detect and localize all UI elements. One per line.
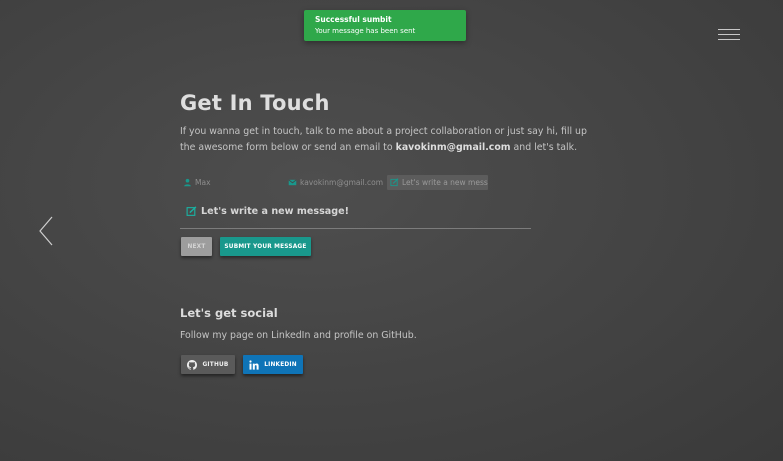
message-input-underline xyxy=(180,228,531,229)
social-title: Let's get social xyxy=(180,306,278,320)
next-button[interactable]: NEXT xyxy=(181,237,212,256)
hamburger-line xyxy=(718,39,740,40)
toast-message: Your message has been sent xyxy=(315,27,416,35)
github-label: GITHUB xyxy=(202,361,229,368)
name-value: Max xyxy=(195,178,211,187)
github-button[interactable]: GITHUB xyxy=(181,355,235,374)
hamburger-icon[interactable] xyxy=(718,29,740,41)
submit-message-button[interactable]: SUBMIT YOUR MESSAGE xyxy=(220,237,311,256)
edit-icon xyxy=(186,206,197,216)
hamburger-line xyxy=(718,34,740,35)
toast-title: Successful sumbit xyxy=(315,15,392,24)
form-steps: Max kavokinm@gmail.com Let's write a new… xyxy=(180,175,490,190)
linkedin-icon xyxy=(249,359,259,370)
email-field[interactable]: kavokinm@gmail.com xyxy=(285,175,383,190)
message-step-label: Let's write a new message! xyxy=(201,206,350,217)
hamburger-line xyxy=(718,29,740,30)
social-text: Follow my page on LinkedIn and profile o… xyxy=(180,330,417,341)
edit-icon xyxy=(390,178,399,187)
name-field[interactable]: Max xyxy=(180,175,280,190)
contact-section: Get In Touch If you wanna get in touch, … xyxy=(180,88,600,155)
envelope-icon xyxy=(288,179,297,186)
user-icon xyxy=(184,178,191,187)
success-toast: Successful sumbit Your message has been … xyxy=(304,10,466,41)
contact-email: kavokinm@gmail.com xyxy=(395,141,511,153)
message-value: Let's write a new message! xyxy=(402,178,488,187)
page-title: Get In Touch xyxy=(180,91,330,115)
linkedin-label: LINKEDIN xyxy=(264,361,297,368)
linkedin-button[interactable]: LINKEDIN xyxy=(243,355,303,374)
chevron-left-icon[interactable] xyxy=(36,215,58,247)
message-step[interactable]: Let's write a new message! xyxy=(186,206,349,217)
github-icon xyxy=(187,359,198,370)
message-field[interactable]: Let's write a new message! xyxy=(387,175,488,190)
intro-text: If you wanna get in touch, talk to me ab… xyxy=(180,124,600,155)
intro-text-end: and let's talk. xyxy=(510,141,578,153)
email-value: kavokinm@gmail.com xyxy=(300,178,383,187)
